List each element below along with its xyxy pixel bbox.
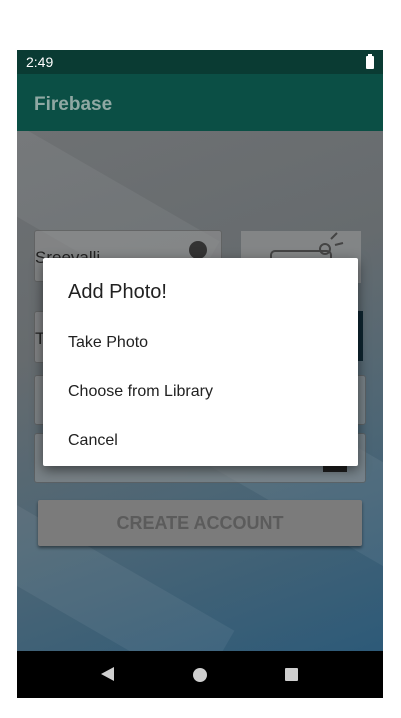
- home-icon[interactable]: [193, 668, 207, 682]
- dialog-title: Add Photo!: [68, 281, 167, 303]
- choose-library-option[interactable]: Choose from Library: [43, 369, 358, 415]
- status-bar: 2:49: [17, 50, 383, 74]
- navigation-bar: [17, 651, 383, 698]
- recents-icon[interactable]: [285, 668, 298, 681]
- choose-library-label: Choose from Library: [68, 383, 213, 400]
- app-bar: Firebase: [17, 74, 383, 131]
- status-time: 2:49: [26, 54, 54, 70]
- take-photo-label: Take Photo: [68, 334, 149, 351]
- add-photo-dialog: Add Photo! Take Photo Choose from Librar…: [43, 258, 358, 466]
- cancel-label: Cancel: [68, 432, 118, 449]
- battery-icon: [366, 54, 374, 69]
- take-photo-option[interactable]: Take Photo: [43, 320, 358, 366]
- avatar-icon: [189, 241, 207, 259]
- app-title: Firebase: [34, 94, 113, 115]
- back-icon[interactable]: [101, 667, 114, 681]
- cancel-option[interactable]: Cancel: [43, 418, 358, 464]
- create-account-button[interactable]: CREATE ACCOUNT: [38, 500, 362, 546]
